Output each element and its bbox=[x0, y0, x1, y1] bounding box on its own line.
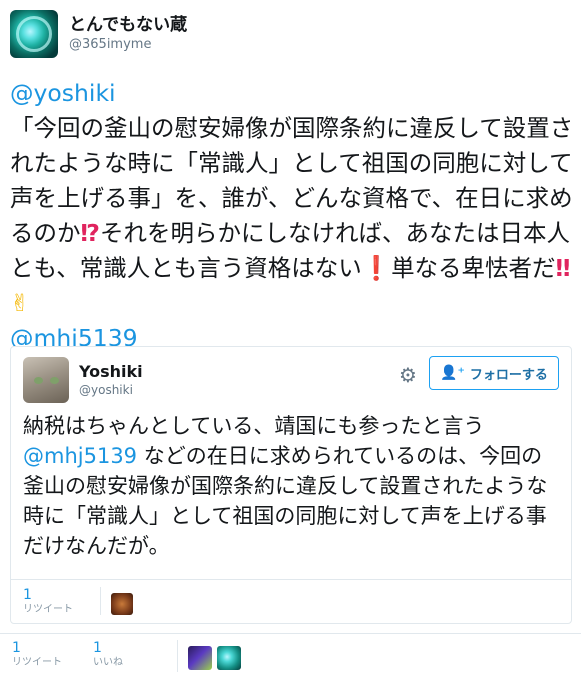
quoted-mention-link[interactable]: @mhj5139 bbox=[23, 444, 137, 468]
retweet-label: リツイート bbox=[12, 657, 62, 668]
quoted-text-before: 納税はちゃんとしている、靖国にも参ったと言う bbox=[23, 414, 492, 438]
quoted-tweet-card[interactable]: Yoshiki @yoshiki ⚙ 👤⁺ フォローする 納税はちゃんとしている… bbox=[10, 346, 572, 624]
quoted-retweet-stat[interactable]: 1 リツイート bbox=[23, 587, 73, 617]
quoted-text: 納税はちゃんとしている、靖国にも参ったと言う @mhj5139 などの在日に求め… bbox=[23, 411, 563, 561]
liker-avatar-1[interactable] bbox=[188, 646, 212, 670]
double-exclamation-icon: ‼ bbox=[555, 254, 571, 282]
retweet-count: 1 bbox=[12, 640, 21, 656]
author-avatar[interactable] bbox=[10, 10, 58, 58]
follow-button[interactable]: 👤⁺ フォローする bbox=[429, 356, 559, 390]
tweet-header: とんでもない蔵 @365imyme bbox=[10, 8, 187, 60]
quoted-retweet-count: 1 bbox=[23, 587, 32, 603]
cat-eye-left bbox=[34, 377, 43, 384]
cat-eye-right bbox=[50, 377, 59, 384]
quoted-header: Yoshiki @yoshiki bbox=[23, 357, 143, 403]
follow-button-label: フォローする bbox=[469, 367, 548, 383]
author-name-block: とんでもない蔵 @365imyme bbox=[69, 14, 187, 54]
tweet-text: @yoshiki 「今回の釜山の慰安婦像が国際条約に違反して設置されたような時に… bbox=[10, 76, 575, 356]
interrobang-icon: ⁉ bbox=[80, 219, 100, 247]
exclamation-icon: ❗ bbox=[361, 254, 392, 282]
quoted-stat-separator bbox=[100, 587, 101, 615]
quoted-retweet-label: リツイート bbox=[23, 604, 73, 615]
tweet-body-3: 単なる卑怯者だ bbox=[391, 254, 556, 282]
quoted-divider bbox=[11, 579, 571, 580]
author-display-name[interactable]: とんでもない蔵 bbox=[69, 14, 187, 36]
like-label: いいね bbox=[93, 657, 123, 668]
stats-separator bbox=[177, 640, 178, 672]
author-handle[interactable]: @365imyme bbox=[69, 36, 187, 54]
quoted-retweeter-avatar[interactable] bbox=[111, 593, 133, 615]
retweet-stat[interactable]: 1 リツイート bbox=[12, 640, 62, 670]
cat-avatar-icon[interactable] bbox=[23, 357, 69, 403]
like-count: 1 bbox=[93, 640, 102, 656]
liker-avatar-2[interactable] bbox=[217, 646, 241, 670]
victory-hand-icon: ✌ bbox=[10, 289, 30, 317]
like-stat[interactable]: 1 いいね bbox=[93, 640, 123, 670]
quoted-display-name[interactable]: Yoshiki bbox=[79, 362, 143, 382]
quoted-name-block: Yoshiki @yoshiki bbox=[79, 362, 143, 398]
stats-divider bbox=[0, 633, 581, 634]
quoted-handle[interactable]: @yoshiki bbox=[79, 382, 143, 398]
reply-mention-link[interactable]: @yoshiki bbox=[10, 79, 116, 107]
gear-icon[interactable]: ⚙ bbox=[399, 363, 417, 387]
person-add-icon: 👤⁺ bbox=[440, 365, 465, 381]
